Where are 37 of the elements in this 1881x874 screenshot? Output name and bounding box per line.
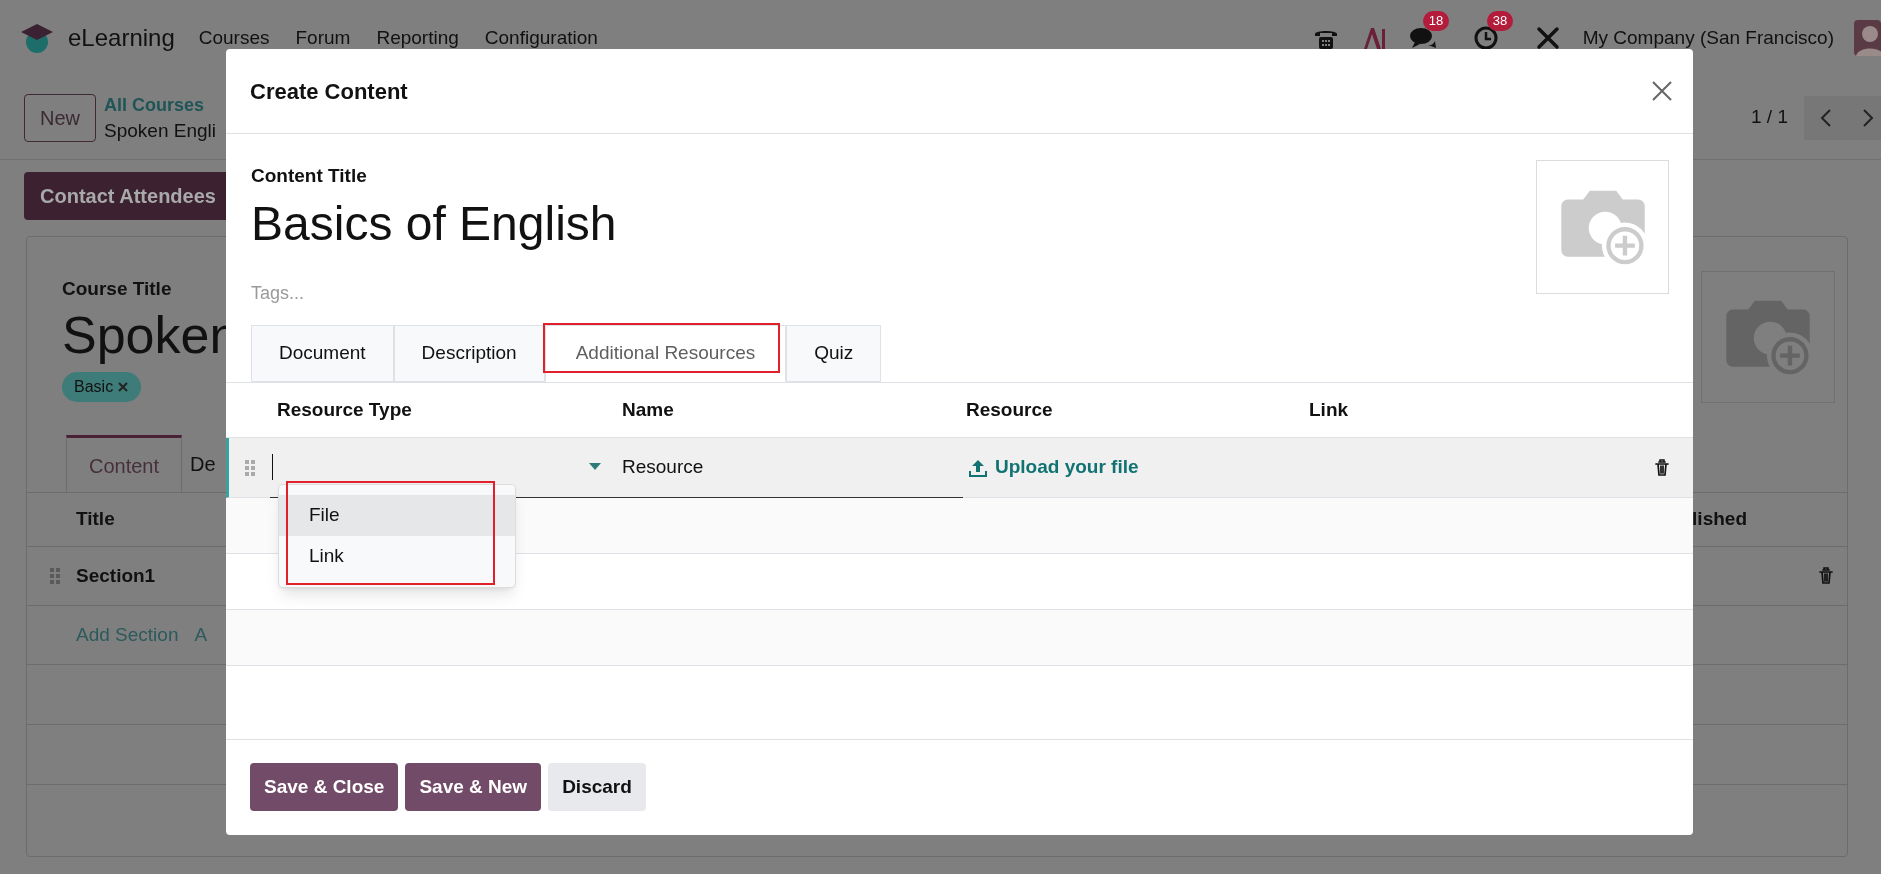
tags-field[interactable]: Tags... [251,281,305,305]
menu-item[interactable]: Reporting [376,23,459,53]
field-label: Course Title [62,277,172,301]
tab[interactable]: Content [66,435,183,493]
tab[interactable]: Additional Resources [544,325,787,382]
menu-item[interactable]: Forum [295,23,351,53]
tag-chip[interactable]: Basic [62,371,142,402]
company-switcher[interactable]: My Company (San Francisco) [1582,23,1834,53]
new-button[interactable]: New [24,93,96,142]
column-header: Resource [966,398,1053,420]
count-badge: 38 [1486,11,1514,31]
tab[interactable]: Description [393,325,545,382]
dialog-button[interactable]: Save & Close [250,763,399,811]
column-header: Resource Type [277,398,412,420]
tab[interactable]: De [182,435,224,493]
column-header: Name [622,398,674,420]
count-badge: 18 [1422,11,1450,31]
dropdown-option[interactable]: File [279,495,515,536]
menu-item[interactable]: Configuration [484,23,598,53]
tab[interactable]: Quiz [786,325,882,382]
upload-link[interactable]: Upload your file [969,453,1139,482]
table-cell-text: Section1 [76,563,156,588]
column-header: Title [76,507,115,532]
dialog-button[interactable]: Discard [548,763,646,811]
column-header: Link [1309,398,1349,420]
column-header: lished [1692,507,1747,532]
dialog-title: Create Content [250,77,408,106]
dialog-button[interactable]: Save & New [405,763,542,811]
content-title-field[interactable]: Basics of English [251,192,617,256]
menu-item[interactable]: Courses [198,23,270,53]
app-name[interactable]: eLearning [68,20,175,56]
field-label: Content Title [251,164,367,188]
record-name: Spoken Engli [104,118,216,143]
pager-value: 1 / 1 [1751,105,1788,130]
tab[interactable]: Document [251,325,394,382]
dropdown-option[interactable]: Link [279,536,515,577]
name-field[interactable]: Resource [619,437,963,498]
